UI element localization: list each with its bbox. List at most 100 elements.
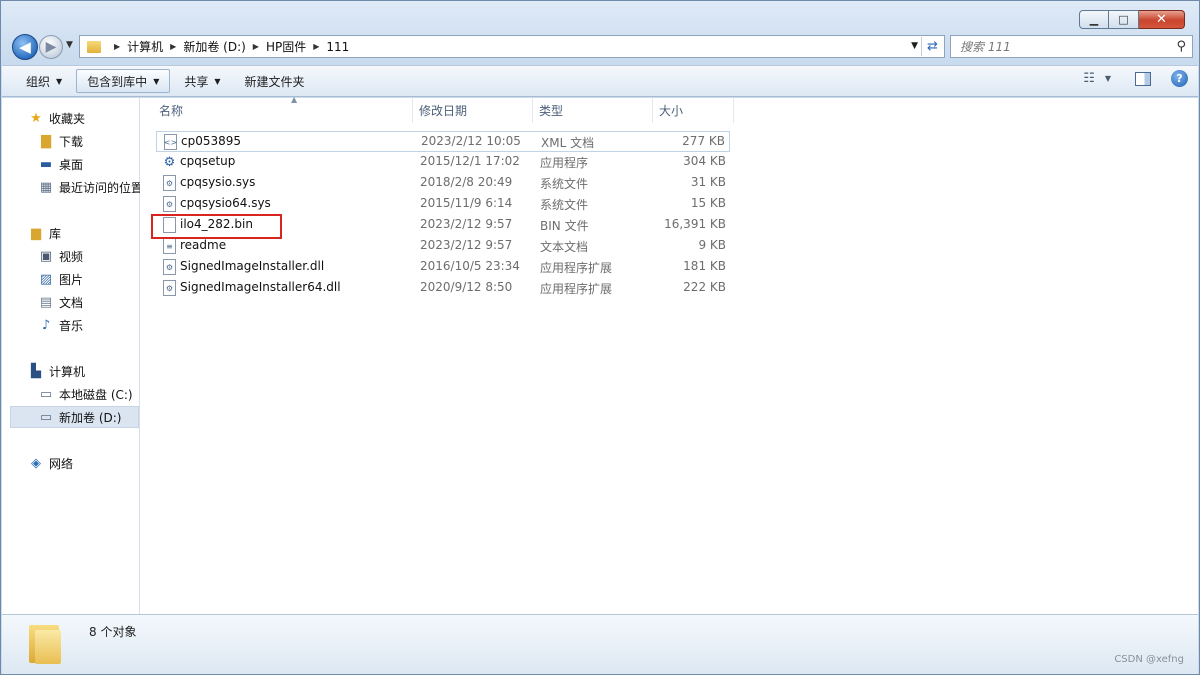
chevron-down-icon[interactable]: ▼: [1105, 74, 1111, 83]
file-type: 应用程序扩展: [540, 261, 613, 275]
file-date: 2015/12/1 17:02: [420, 154, 520, 168]
picture-icon: ▨: [39, 271, 53, 287]
sort-ascending-icon: ▲: [291, 95, 298, 104]
organize-label: 组织: [26, 74, 51, 89]
main-content: ★ 收藏夹 ▇ 下载 ▬ 桌面 ▦ 最近访问的位置 ▆ 库 ▣ 视频 ▨ 图片 …: [2, 95, 1198, 614]
sidebar-item-label: 库: [49, 226, 62, 241]
preview-pane-icon[interactable]: [1135, 71, 1151, 86]
organize-button[interactable]: 组织 ▼: [16, 69, 72, 93]
sidebar-item-computer[interactable]: ▙ 计算机: [28, 360, 85, 382]
file-row[interactable]: ⚙ cpqsysio.sys 2018/2/8 20:49 系统文件 31 KB: [156, 173, 730, 194]
share-label: 共享: [184, 74, 209, 89]
sidebar-item-documents[interactable]: ▤ 文档: [38, 291, 83, 313]
file-list[interactable]: 名称 ▲ 修改日期 类型 大小 <> cp053895 2023/2/12 10…: [141, 95, 1198, 614]
column-header-date[interactable]: 修改日期: [413, 98, 533, 123]
new-folder-button[interactable]: 新建文件夹: [235, 69, 315, 93]
library-icon: ▆: [31, 225, 41, 241]
breadcrumb-computer[interactable]: 计算机: [127, 38, 163, 55]
file-type: 文本文档: [540, 240, 589, 254]
sidebar-item-drive-c[interactable]: ▭ 本地磁盘 (C:): [38, 383, 133, 405]
sidebar-item-label: 最近访问的位置: [59, 180, 140, 195]
sidebar-item-pictures[interactable]: ▨ 图片: [38, 268, 83, 290]
sidebar-item-label: 下载: [59, 134, 84, 149]
breadcrumb-drive-d[interactable]: 新加卷 (D:): [183, 38, 245, 55]
text-file-icon: ≡: [163, 238, 176, 254]
file-date: 2018/2/8 20:49: [420, 175, 513, 189]
breadcrumb-hp-firmware[interactable]: HP固件: [266, 38, 306, 55]
search-input[interactable]: 搜索 111 ⚲: [950, 35, 1193, 58]
refresh-icon: ⇄: [927, 39, 938, 54]
column-header-name[interactable]: 名称 ▲: [153, 95, 413, 123]
help-icon[interactable]: ?: [1171, 70, 1188, 87]
sidebar-item-label: 网络: [49, 456, 74, 471]
refresh-button[interactable]: ⇄: [921, 37, 943, 56]
sidebar-item-network[interactable]: ◈ 网络: [28, 452, 73, 474]
file-row[interactable]: ⚙ SignedImageInstaller64.dll 2020/9/12 8…: [156, 278, 730, 299]
sidebar-item-desktop[interactable]: ▬ 桌面: [38, 153, 83, 175]
search-icon[interactable]: ⚲: [1176, 39, 1186, 54]
file-row[interactable]: ≡ readme 2023/2/12 9:57 文本文档 9 KB: [156, 236, 730, 257]
view-options-icon[interactable]: ☷: [1083, 71, 1095, 86]
file-row[interactable]: <> cp053895 2023/2/12 10:05 XML 文档 277 K…: [156, 131, 730, 152]
xml-file-icon: <>: [164, 134, 177, 150]
chevron-right-icon[interactable]: ▶: [114, 42, 120, 51]
sidebar-item-recent-places[interactable]: ▦ 最近访问的位置: [38, 176, 140, 198]
caption-buttons: ▁ □ ✕: [1079, 10, 1185, 29]
chevron-right-icon[interactable]: ▶: [313, 42, 319, 51]
file-date: 2015/11/9 6:14: [420, 196, 513, 210]
sidebar-item-label: 计算机: [49, 364, 86, 379]
file-name: SignedImageInstaller64.dll: [180, 280, 341, 294]
column-header-label: 修改日期: [419, 104, 468, 118]
include-in-library-button[interactable]: 包含到库中 ▼: [76, 69, 171, 93]
sidebar-item-label: 新加卷 (D:): [59, 410, 122, 425]
close-button[interactable]: ✕: [1139, 10, 1185, 29]
minimize-button[interactable]: ▁: [1079, 10, 1109, 29]
back-button[interactable]: ◀: [12, 34, 38, 60]
system-file-icon: ⚙: [163, 175, 176, 191]
chevron-down-icon: ▼: [153, 76, 160, 86]
maximize-button[interactable]: □: [1109, 10, 1139, 29]
sidebar-item-drive-d[interactable]: ▭ 新加卷 (D:): [10, 406, 139, 428]
forward-button[interactable]: ▶: [39, 35, 63, 59]
sidebar-item-favorites[interactable]: ★ 收藏夹: [28, 107, 85, 129]
sidebar-item-downloads[interactable]: ▇ 下载: [38, 130, 83, 152]
file-type: XML 文档: [541, 136, 595, 150]
file-name: cpqsetup: [180, 154, 236, 168]
minimize-icon: ▁: [1089, 13, 1099, 26]
share-button[interactable]: 共享 ▼: [174, 69, 230, 93]
column-header-size[interactable]: 大小: [653, 98, 734, 123]
file-row[interactable]: ⚙ cpqsysio64.sys 2015/11/9 6:14 系统文件 15 …: [156, 194, 730, 215]
desktop-icon: ▬: [39, 156, 53, 172]
chevron-down-icon: ▼: [56, 76, 63, 86]
sidebar-item-label: 收藏夹: [49, 111, 86, 126]
column-header-type[interactable]: 类型: [533, 98, 653, 123]
file-name: readme: [180, 238, 227, 252]
file-row[interactable]: ⚙ cpqsetup 2015/12/1 17:02 应用程序 304 KB: [156, 152, 730, 173]
chevron-right-icon[interactable]: ▶: [253, 42, 259, 51]
sidebar-item-libraries[interactable]: ▆ 库: [28, 222, 61, 244]
file-row[interactable]: ⚙ SignedImageInstaller.dll 2016/10/5 23:…: [156, 257, 730, 278]
file-date: 2023/2/12 9:57: [420, 238, 513, 252]
forward-arrow-icon: ▶: [45, 39, 57, 55]
music-icon: ♪: [41, 317, 51, 333]
dll-file-icon: ⚙: [163, 280, 176, 296]
dll-file-icon: ⚙: [163, 259, 176, 275]
chevron-right-icon[interactable]: ▶: [170, 42, 176, 51]
breadcrumb-111[interactable]: 111: [326, 40, 349, 54]
file-date: 2016/10/5 23:34: [420, 259, 520, 273]
recent-pages-dropdown[interactable]: ▼: [66, 40, 73, 50]
sidebar-item-music[interactable]: ♪ 音乐: [38, 314, 83, 336]
address-bar[interactable]: ▶ 计算机 ▶ 新加卷 (D:) ▶ HP固件 ▶ 111 ▼ ⇄: [79, 35, 945, 58]
include-in-library-label: 包含到库中: [87, 74, 148, 89]
navigation-pane[interactable]: ★ 收藏夹 ▇ 下载 ▬ 桌面 ▦ 最近访问的位置 ▆ 库 ▣ 视频 ▨ 图片 …: [2, 98, 140, 614]
file-size: 9 KB: [698, 238, 726, 252]
back-arrow-icon: ◀: [19, 38, 31, 56]
file-name: SignedImageInstaller.dll: [180, 259, 325, 273]
computer-icon: ▙: [31, 363, 41, 379]
sidebar-item-videos[interactable]: ▣ 视频: [38, 245, 83, 267]
file-type: BIN 文件: [540, 219, 589, 233]
sidebar-item-label: 图片: [59, 272, 84, 287]
file-size: 15 KB: [690, 196, 726, 210]
view-controls: ☷ ▼ ?: [1083, 70, 1188, 87]
address-dropdown-icon[interactable]: ▼: [911, 41, 918, 51]
